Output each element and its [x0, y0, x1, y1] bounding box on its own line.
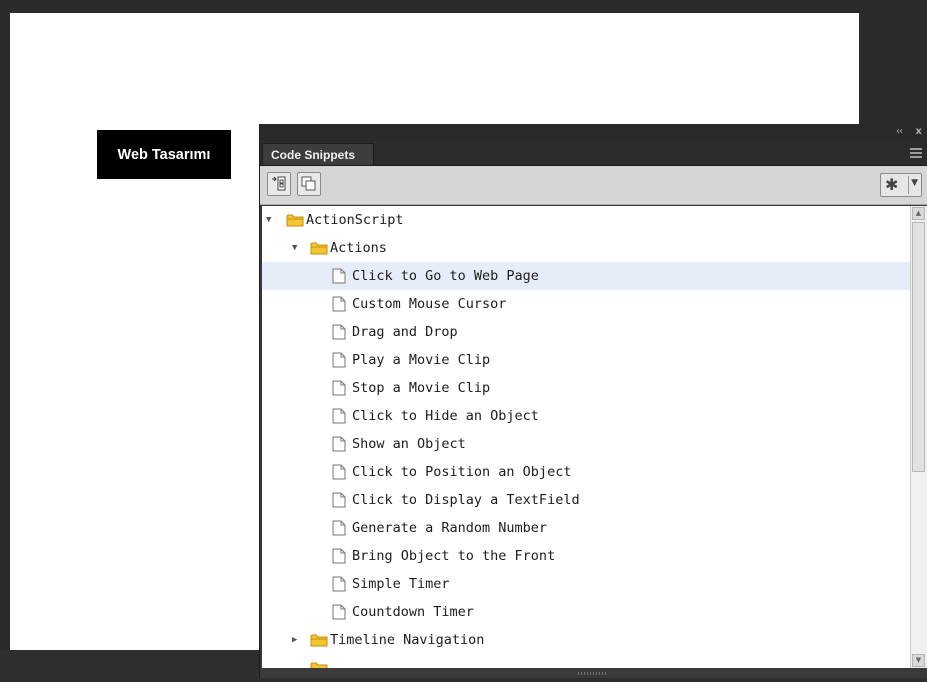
document-icon [332, 520, 346, 536]
snippet-item-label: Click to Go to Web Page [352, 268, 539, 284]
snippet-item-label: Click to Hide an Object [352, 408, 539, 424]
chevron-down-icon: ▼ [911, 178, 918, 188]
document-icon [332, 604, 346, 620]
tree-folder-partial[interactable] [262, 654, 910, 668]
resize-grip-icon[interactable] [578, 672, 608, 675]
snippet-item[interactable]: Custom Mouse Cursor [262, 290, 910, 318]
document-icon [332, 296, 346, 312]
tree-folder-label: Timeline Navigation [330, 632, 485, 648]
copy-to-clipboard-icon [301, 176, 316, 191]
snippets-tree: ▼ ActionScript ▼ Actions Click to Go to … [262, 206, 910, 668]
copy-to-clipboard-button[interactable] [297, 172, 321, 196]
document-icon [332, 380, 346, 396]
tree-folder-timeline-navigation[interactable]: ▶ Timeline Navigation [262, 626, 910, 654]
document-icon [332, 408, 346, 424]
scroll-down-icon[interactable]: ▼ [912, 654, 925, 667]
snippet-item-label: Stop a Movie Clip [352, 380, 491, 396]
snippet-item[interactable]: Stop a Movie Clip [262, 374, 910, 402]
snippet-item[interactable]: Show an Object [262, 430, 910, 458]
tree-folder-actions[interactable]: ▼ Actions [262, 234, 910, 262]
web-tasarimi-button[interactable]: Web Tasarımı [97, 130, 231, 179]
tree-folder-actionscript[interactable]: ▼ ActionScript [262, 206, 910, 234]
snippet-item[interactable]: Play a Movie Clip [262, 346, 910, 374]
add-to-frame-icon [272, 176, 286, 191]
snippet-item-label: Simple Timer [352, 576, 450, 592]
folder-icon [310, 242, 328, 255]
snippet-item[interactable]: Generate a Random Number [262, 514, 910, 542]
document-icon [332, 268, 346, 284]
document-icon [332, 352, 346, 368]
panel-tab-row: Code Snippets [260, 141, 927, 166]
expanded-arrow-icon[interactable]: ▼ [292, 234, 297, 262]
snippet-item-label: Drag and Drop [352, 324, 458, 340]
snippet-item[interactable]: Drag and Drop [262, 318, 910, 346]
web-tasarimi-label: Web Tasarımı [117, 146, 211, 163]
document-icon [332, 464, 346, 480]
collapsed-arrow-icon[interactable]: ▶ [292, 626, 297, 654]
panel-menu-icon[interactable] [910, 148, 922, 158]
snippet-item-label: Show an Object [352, 436, 466, 452]
collapse-panel-icon[interactable]: ‹‹ [896, 126, 903, 138]
document-icon [332, 436, 346, 452]
snippet-item[interactable]: Click to Hide an Object [262, 402, 910, 430]
snippet-item-label: Click to Display a TextField [352, 492, 580, 508]
tab-code-snippets[interactable]: Code Snippets [262, 143, 374, 165]
snippet-item[interactable]: Bring Object to the Front [262, 542, 910, 570]
snippet-item[interactable]: Click to Display a TextField [262, 486, 910, 514]
folder-icon [310, 662, 328, 668]
snippet-item[interactable]: Simple Timer [262, 570, 910, 598]
tree-folder-label: Actions [330, 240, 387, 256]
snippet-item-label: Generate a Random Number [352, 520, 548, 536]
snippet-item-label: Bring Object to the Front [352, 548, 556, 564]
folder-icon [286, 214, 304, 227]
panel-resize-bar[interactable] [260, 669, 927, 678]
snippet-item-label: Countdown Timer [352, 604, 474, 620]
scroll-up-icon[interactable]: ▲ [912, 207, 925, 220]
folder-icon [310, 634, 328, 647]
snippet-item-label: Custom Mouse Cursor [352, 296, 507, 312]
expanded-arrow-icon[interactable]: ▼ [266, 206, 271, 234]
document-icon [332, 492, 346, 508]
panel-title-bar: ‹‹ x [260, 124, 927, 141]
add-to-frame-button[interactable] [267, 172, 291, 196]
snippet-item[interactable]: Click to Position an Object [262, 458, 910, 486]
button-divider [908, 176, 909, 194]
tree-folder-label: ActionScript [306, 212, 404, 228]
tree-scrollbar[interactable]: ▲ ▼ [910, 206, 927, 668]
document-icon [332, 576, 346, 592]
snippet-item[interactable]: Countdown Timer [262, 598, 910, 626]
close-panel-icon[interactable]: x [916, 126, 922, 138]
gear-icon: ✱ [885, 175, 899, 194]
document-icon [332, 324, 346, 340]
code-snippets-panel: ‹‹ x Code Snippets ✱ ▼ ▼ ActionScript ▼ … [259, 124, 927, 678]
document-icon [332, 548, 346, 564]
scroll-thumb[interactable] [912, 222, 925, 472]
snippets-toolbar: ✱ ▼ [260, 166, 927, 205]
snippet-item-label: Click to Position an Object [352, 464, 572, 480]
snippet-item[interactable]: Click to Go to Web Page [262, 262, 910, 290]
snippet-item-label: Play a Movie Clip [352, 352, 491, 368]
options-menu-button[interactable]: ✱ ▼ [880, 173, 922, 197]
